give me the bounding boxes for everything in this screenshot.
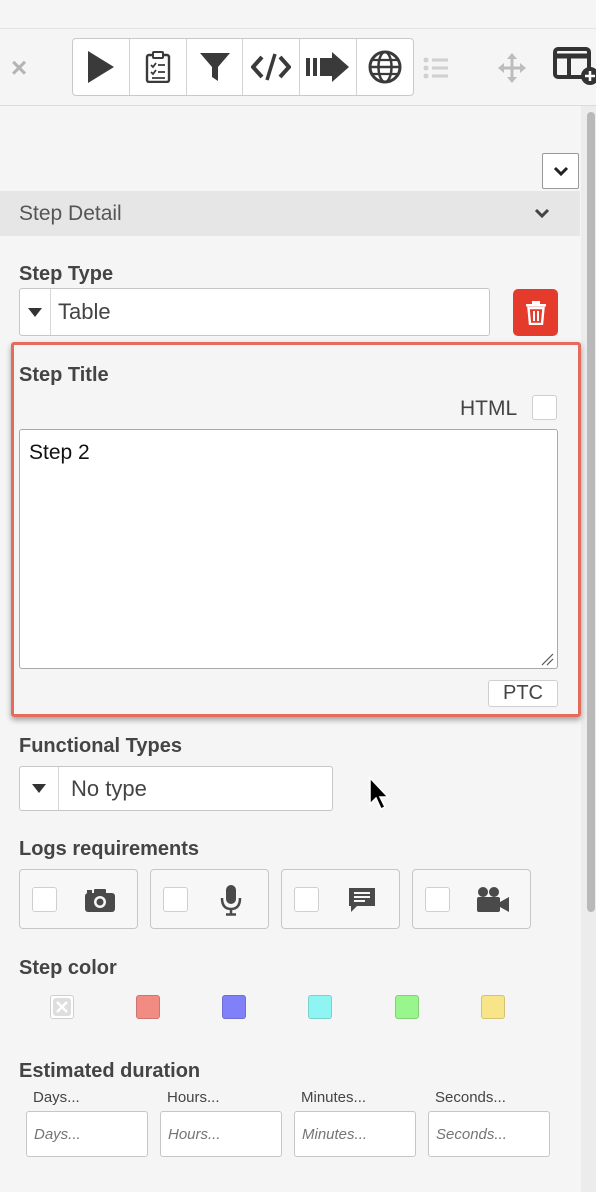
close-icon[interactable]: × xyxy=(6,54,32,82)
estimated-duration-label: Estimated duration xyxy=(19,1060,201,1082)
chevron-down-icon[interactable] xyxy=(532,203,552,223)
caret-down-icon xyxy=(20,289,51,335)
code-icon xyxy=(251,53,292,81)
log-photo-toggle[interactable] xyxy=(19,869,138,929)
minutes-label: Minutes... xyxy=(301,1089,367,1106)
ptc-button[interactable]: PTC xyxy=(488,680,558,707)
seconds-label: Seconds... xyxy=(435,1089,506,1106)
days-label: Days... xyxy=(33,1089,80,1106)
trash-icon xyxy=(525,300,546,325)
color-swatch-blue[interactable] xyxy=(222,995,246,1019)
filter-button[interactable] xyxy=(187,39,244,95)
log-photo-checkbox[interactable] xyxy=(32,887,57,912)
comment-icon xyxy=(342,883,382,917)
step-title-label: Step Title xyxy=(19,364,109,386)
web-button[interactable] xyxy=(357,39,413,95)
step-type-value: Table xyxy=(58,299,111,324)
color-swatch-none[interactable] xyxy=(50,995,74,1019)
log-comment-checkbox[interactable] xyxy=(294,887,319,912)
no-color-icon xyxy=(53,998,71,1016)
checklist-button[interactable] xyxy=(130,39,187,95)
collapse-button[interactable] xyxy=(542,153,579,189)
color-swatch-cyan[interactable] xyxy=(308,995,332,1019)
step-type-select[interactable]: Table xyxy=(19,288,490,336)
add-layout-icon[interactable] xyxy=(552,44,596,88)
logs-requirements-label: Logs requirements xyxy=(19,838,200,860)
clipboard-check-icon xyxy=(145,51,170,83)
camera-icon xyxy=(80,883,120,917)
step-toolbar xyxy=(72,38,414,96)
microphone-icon xyxy=(211,883,251,917)
functional-types-value: No type xyxy=(71,775,147,801)
html-checkbox[interactable] xyxy=(532,395,557,420)
log-audio-toggle[interactable] xyxy=(150,869,269,929)
list-icon[interactable] xyxy=(422,54,450,82)
arrow-right-icon xyxy=(306,52,350,82)
step-title-text: Step 2 xyxy=(29,441,90,464)
filter-icon xyxy=(199,53,230,81)
caret-down-icon xyxy=(20,767,59,810)
log-comment-toggle[interactable] xyxy=(281,869,400,929)
toolbar-divider xyxy=(0,105,596,106)
log-audio-checkbox[interactable] xyxy=(163,887,188,912)
scrollbar-thumb[interactable] xyxy=(587,112,595,912)
play-icon xyxy=(87,51,114,83)
move-icon[interactable] xyxy=(498,53,526,83)
seconds-input[interactable] xyxy=(428,1111,550,1157)
step-title-textarea[interactable] xyxy=(19,429,558,669)
step-type-label: Step Type xyxy=(19,263,114,285)
log-video-toggle[interactable] xyxy=(412,869,531,929)
log-video-checkbox[interactable] xyxy=(425,887,450,912)
mouse-pointer-icon xyxy=(368,776,394,812)
code-button[interactable] xyxy=(243,39,301,95)
functional-types-select[interactable]: No type xyxy=(19,766,333,811)
delete-step-button[interactable] xyxy=(513,289,558,336)
functional-types-label: Functional Types xyxy=(19,735,182,757)
chevron-down-icon xyxy=(553,166,568,177)
step-detail-title: Step Detail xyxy=(19,202,122,225)
hours-input[interactable] xyxy=(160,1111,282,1157)
next-step-button[interactable] xyxy=(300,39,358,95)
play-button[interactable] xyxy=(73,39,130,95)
days-input[interactable] xyxy=(26,1111,148,1157)
html-label: HTML xyxy=(460,397,518,420)
globe-icon xyxy=(368,50,402,84)
color-swatch-green[interactable] xyxy=(395,995,419,1019)
step-color-label: Step color xyxy=(19,957,117,979)
color-swatch-red[interactable] xyxy=(136,995,160,1019)
top-divider xyxy=(0,28,596,29)
hours-label: Hours... xyxy=(167,1089,220,1106)
minutes-input[interactable] xyxy=(294,1111,416,1157)
video-camera-icon xyxy=(473,883,513,917)
color-swatch-yellow[interactable] xyxy=(481,995,505,1019)
resize-grip-icon[interactable] xyxy=(540,652,554,666)
